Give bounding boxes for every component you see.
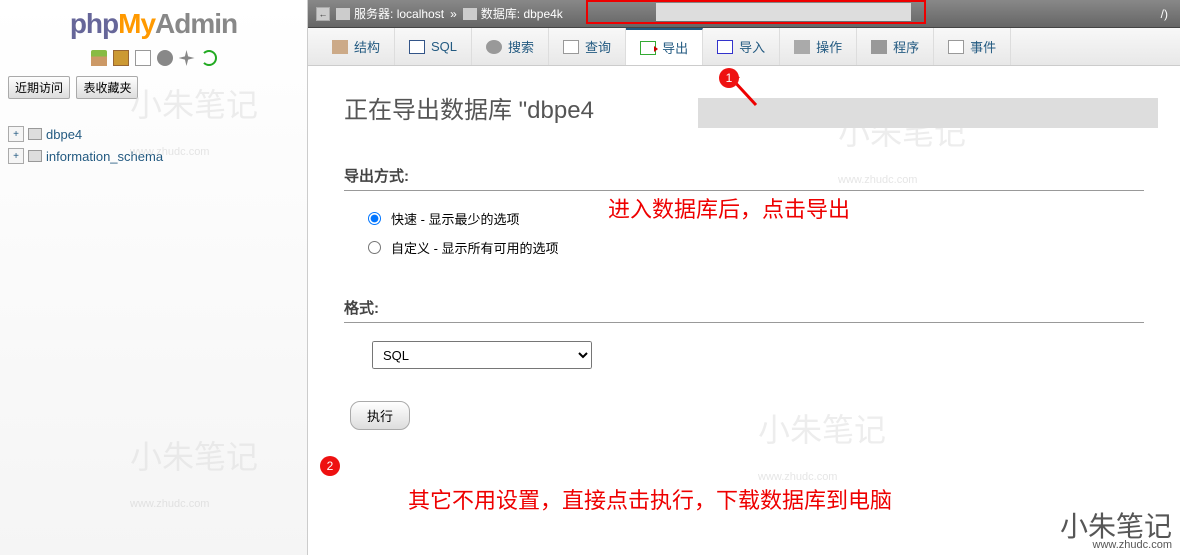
query-icon xyxy=(563,40,579,54)
breadcrumb-separator: » xyxy=(450,7,457,21)
breadcrumb: ← 服务器: localhost » 数据库: dbpe4k /) xyxy=(308,0,1180,28)
annotation-text-2: 其它不用设置，直接点击执行，下载数据库到电脑 xyxy=(408,483,892,515)
tab-structure[interactable]: 结构 xyxy=(318,28,395,65)
radio-quick-input[interactable] xyxy=(368,212,381,225)
redaction xyxy=(698,98,1158,128)
tab-export[interactable]: 导出 xyxy=(626,28,703,65)
format-label: 格式: xyxy=(344,297,1144,323)
logo-my: My xyxy=(118,8,155,39)
annotation-text-1: 进入数据库后，点击导出 xyxy=(608,192,850,224)
logo-php: php xyxy=(70,8,118,39)
server-label: 服务器: xyxy=(354,5,393,22)
radio-custom-input[interactable] xyxy=(368,241,381,254)
go-button[interactable]: 执行 xyxy=(350,401,410,430)
export-method-label: 导出方式: xyxy=(344,165,1144,191)
server-icon xyxy=(336,8,350,20)
recent-fav-tabs: 近期访问 表收藏夹 xyxy=(0,72,307,103)
annotation-badge-1: 1 xyxy=(719,68,739,88)
radio-quick-label: 快速 - 显示最少的选项 xyxy=(391,209,520,228)
tab-events[interactable]: 事件 xyxy=(934,28,1011,65)
expand-icon[interactable]: + xyxy=(8,148,24,164)
sql-window-icon[interactable] xyxy=(135,50,151,66)
database-icon xyxy=(28,128,42,140)
radio-custom-label: 自定义 - 显示所有可用的选项 xyxy=(391,238,559,257)
database-icon xyxy=(463,8,477,20)
structure-icon xyxy=(332,40,348,54)
nav-back-icon[interactable]: ← xyxy=(316,7,330,21)
tab-search[interactable]: 搜索 xyxy=(472,28,549,65)
format-select-wrap: SQL xyxy=(372,341,1144,369)
watermark: 小朱笔记 www.zhudc.com xyxy=(130,432,258,515)
tab-procedures[interactable]: 程序 xyxy=(857,28,934,65)
search-icon xyxy=(486,40,502,54)
server-link[interactable]: localhost xyxy=(397,7,444,21)
logo-admin: Admin xyxy=(155,8,237,39)
tab-query[interactable]: 查询 xyxy=(549,28,626,65)
sql-icon xyxy=(409,40,425,54)
db-link[interactable]: dbpe4k xyxy=(523,7,562,21)
db-name-label: information_schema xyxy=(46,149,163,164)
operations-icon xyxy=(794,40,810,54)
sidebar-toolbar xyxy=(0,44,307,72)
favorites-button[interactable]: 表收藏夹 xyxy=(76,76,138,99)
db-tree-item-infoschema[interactable]: + information_schema xyxy=(8,145,299,167)
recent-button[interactable]: 近期访问 xyxy=(8,76,70,99)
db-tree: + dbpe4 + information_schema xyxy=(0,103,307,175)
tab-operations[interactable]: 操作 xyxy=(780,28,857,65)
top-tabs: 结构 SQL 搜索 查询 导出 导入 操作 程序 事件 xyxy=(308,28,1180,66)
logout-icon[interactable] xyxy=(113,50,129,66)
db-tree-item-dbpe4[interactable]: + dbpe4 xyxy=(8,123,299,145)
settings-icon[interactable] xyxy=(179,50,195,66)
breadcrumb-trail: /) xyxy=(1161,7,1168,21)
annotation-highlight-db xyxy=(586,0,926,24)
home-icon[interactable] xyxy=(91,50,107,66)
sidebar: phpMyAdmin 近期访问 表收藏夹 + dbpe4 + informati… xyxy=(0,0,308,555)
events-icon xyxy=(948,40,964,54)
procedures-icon xyxy=(871,40,887,54)
database-icon xyxy=(28,150,42,162)
tab-import[interactable]: 导入 xyxy=(703,28,780,65)
db-label: 数据库: xyxy=(481,5,520,22)
import-icon xyxy=(717,40,733,54)
format-select[interactable]: SQL xyxy=(372,341,592,369)
reload-icon[interactable] xyxy=(201,50,217,66)
logo[interactable]: phpMyAdmin xyxy=(0,0,307,44)
annotation-badge-2: 2 xyxy=(320,456,340,476)
export-icon xyxy=(640,41,656,55)
radio-custom[interactable]: 自定义 - 显示所有可用的选项 xyxy=(368,238,1144,257)
docs-icon[interactable] xyxy=(157,50,173,66)
main-panel: ← 服务器: localhost » 数据库: dbpe4k /) 结构 SQL… xyxy=(308,0,1180,555)
expand-icon[interactable]: + xyxy=(8,126,24,142)
db-name-label: dbpe4 xyxy=(46,127,82,142)
tab-sql[interactable]: SQL xyxy=(395,28,472,65)
